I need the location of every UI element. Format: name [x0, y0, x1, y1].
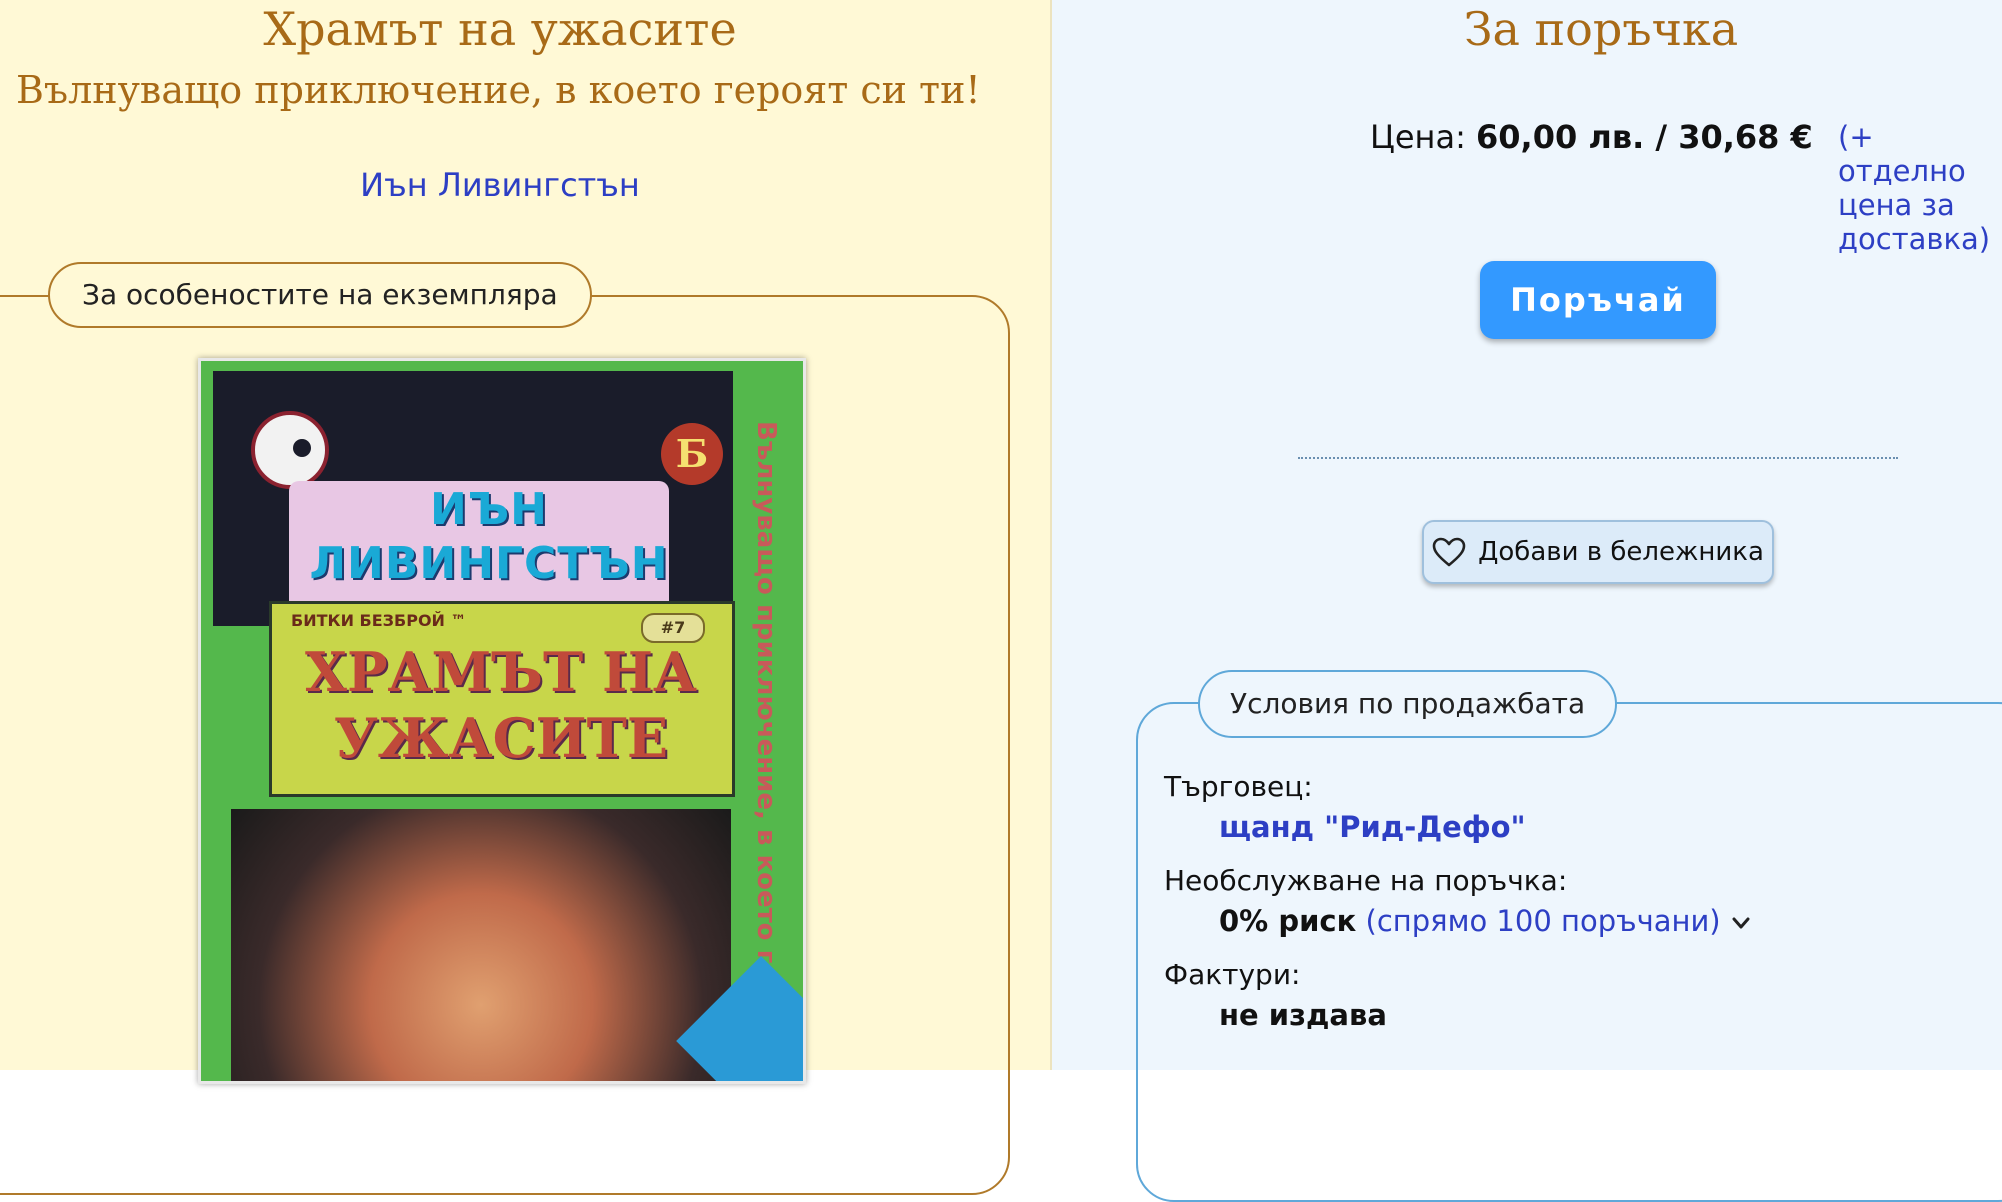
chevron-down-icon[interactable] [1730, 912, 1752, 934]
cover-series-text: БИТКИ БЕЗБРОЙ ™ [291, 611, 467, 630]
book-subtitle: Вълнуващо приключение, в което героят си… [16, 68, 981, 112]
section-divider [1298, 457, 1898, 459]
risk-label: Необслужване на поръчка: [1164, 864, 1568, 897]
book-title: Храмът на ужасите [263, 2, 737, 56]
cover-title-text: ХРАМЪТ НА УЖАСИТЕ [305, 640, 697, 770]
add-to-notebook-label: Добави в бележника [1478, 537, 1764, 567]
heart-icon [1432, 537, 1466, 567]
cover-artwork [231, 809, 731, 1081]
logo-eye [293, 439, 311, 457]
risk-value: 0% риск [1219, 904, 1357, 938]
invoice-value: не издава [1219, 998, 1387, 1032]
invoice-label: Фактури: [1164, 958, 1301, 991]
price: Цена: 60,00 лв. / 30,68 € [1370, 118, 1813, 156]
sale-terms-legend: Условия по продажбата [1198, 670, 1618, 738]
order-title: За поръчка [1463, 2, 1739, 56]
merchant-label: Търговец: [1164, 770, 1313, 803]
cover-badge: Б [661, 423, 723, 485]
risk-note: (спрямо 100 поръчани) [1365, 904, 1721, 938]
price-label: Цена: [1370, 118, 1466, 156]
price-value: 60,00 лв. / 30,68 € [1476, 118, 1813, 156]
add-to-notebook-button[interactable]: Добави в бележника [1422, 520, 1774, 584]
copy-details-legend: За особеностите на екземпляра [48, 262, 592, 328]
publisher-logo [251, 411, 329, 489]
cover-author-text: ИЪН ЛИВИНГСТЪН [309, 484, 669, 589]
order-button[interactable]: Поръчай [1480, 261, 1716, 339]
risk-toggle[interactable]: 0% риск (спрямо 100 поръчани) [1219, 904, 1752, 938]
book-cover-image[interactable]: Б ИЪН ЛИВИНГСТЪН БИТКИ БЕЗБРОЙ ™ #7 ХРАМ… [198, 358, 806, 1084]
delivery-note: (+ отделно цена за доставка) [1838, 120, 1991, 256]
author-link[interactable]: Иън Ливингстън [0, 166, 1000, 204]
merchant-link[interactable]: щанд "Рид-Дефо" [1219, 810, 1526, 844]
